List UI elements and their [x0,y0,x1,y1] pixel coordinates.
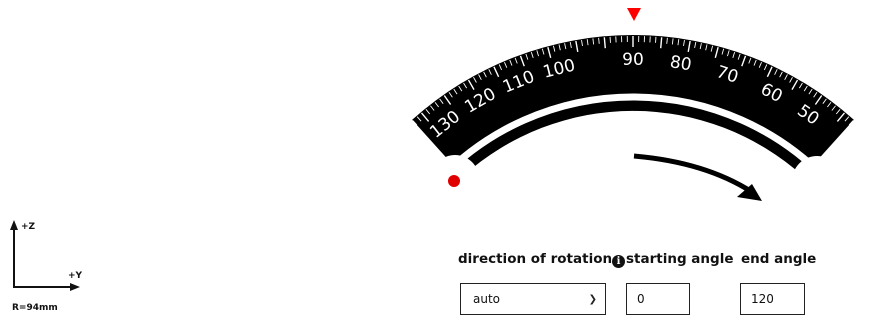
dial-scale-label: 0 [403,142,425,164]
direction-label: direction of rotation [458,251,612,267]
end-angle-input[interactable] [740,283,805,315]
direction-select-value: auto [473,292,500,306]
dial-scale-label: 90 [622,50,644,70]
end-end-circle [792,156,842,206]
starting-angle-input[interactable] [626,283,690,315]
rotation-direction-arrow [634,156,752,192]
dial-tick [599,38,600,44]
dial-tick [853,124,857,128]
dial-tick [604,37,605,48]
dial-tick [409,124,413,128]
chevron-down-icon: ❯ [589,294,597,305]
start-position-dot[interactable] [448,175,460,187]
dial-tick [667,38,668,44]
direction-select[interactable]: auto ❯ [460,283,606,315]
starting-angle-header: istarting angle [612,251,733,268]
starting-angle-label: starting angle [626,251,733,267]
dial-tick [857,128,861,132]
dial-scale-label: 80 [668,52,693,75]
info-icon[interactable]: i [612,255,625,268]
dial-tick [661,37,662,48]
rotation-dial: 013012011010090807060504 [0,0,879,318]
end-angle-label: end angle [741,251,816,267]
dial-tick [404,128,408,132]
position-marker-icon [627,8,641,21]
